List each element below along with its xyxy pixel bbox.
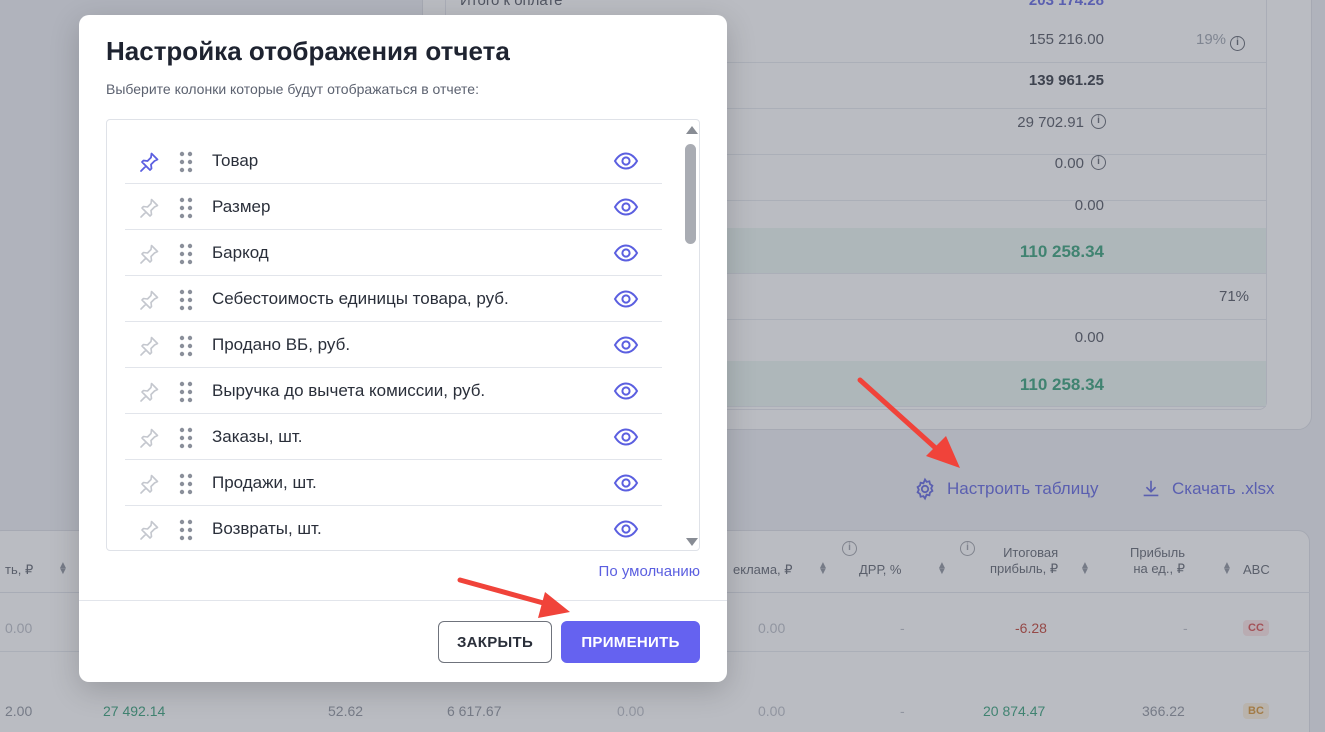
pin-icon[interactable] <box>137 426 161 450</box>
pin-active-icon[interactable] <box>137 150 161 174</box>
close-button[interactable]: ЗАКРЫТЬ <box>438 621 552 663</box>
pin-icon[interactable] <box>137 288 161 312</box>
scroll-down-arrow[interactable] <box>686 538 698 546</box>
drag-handle-icon[interactable] <box>179 243 193 265</box>
annotation-arrow-icon <box>457 577 570 618</box>
report-settings-modal: Настройка отображения отчета Выберите ко… <box>79 15 727 682</box>
column-label: Товар <box>212 150 259 170</box>
drag-handle-icon[interactable] <box>179 381 193 403</box>
list-item[interactable]: Себестоимость единицы товара, руб. <box>125 276 662 322</box>
modal-subtitle: Выберите колонки которые будут отображат… <box>106 81 479 97</box>
pin-icon[interactable] <box>137 334 161 358</box>
scrollbar[interactable] <box>681 120 699 550</box>
list-item[interactable]: Продано ВБ, руб. <box>125 322 662 368</box>
drag-handle-icon[interactable] <box>179 335 193 357</box>
eye-icon[interactable] <box>613 472 639 494</box>
list-item[interactable]: Продажи, шт. <box>125 460 662 506</box>
column-label: Заказы, шт. <box>212 426 303 446</box>
eye-icon[interactable] <box>613 334 639 356</box>
apply-button[interactable]: ПРИМЕНИТЬ <box>561 621 700 663</box>
pin-icon[interactable] <box>137 472 161 496</box>
list-item[interactable]: Заказы, шт. <box>125 414 662 460</box>
list-item[interactable]: Размер <box>125 184 662 230</box>
column-label: Баркод <box>212 242 269 262</box>
column-label: Выручка до вычета комиссии, руб. <box>212 380 486 400</box>
eye-icon[interactable] <box>613 518 639 540</box>
list-item[interactable]: Возвраты, шт. <box>125 506 662 550</box>
reset-default-link[interactable]: По умолчанию <box>599 563 700 580</box>
pin-icon[interactable] <box>137 380 161 404</box>
annotation-arrow-icon <box>857 377 960 468</box>
eye-icon[interactable] <box>613 288 639 310</box>
column-label: Продажи, шт. <box>212 472 317 492</box>
scroll-up-arrow[interactable] <box>686 126 698 134</box>
modal-footer: ЗАКРЫТЬ ПРИМЕНИТЬ <box>79 600 727 682</box>
eye-icon[interactable] <box>613 242 639 264</box>
column-label: Возвраты, шт. <box>212 518 322 538</box>
eye-icon[interactable] <box>613 380 639 402</box>
column-label: Продано ВБ, руб. <box>212 334 351 354</box>
pin-icon[interactable] <box>137 518 161 542</box>
scroll-thumb[interactable] <box>685 144 696 244</box>
drag-handle-icon[interactable] <box>179 427 193 449</box>
drag-handle-icon[interactable] <box>179 473 193 495</box>
column-label: Размер <box>212 196 271 216</box>
column-label: Себестоимость единицы товара, руб. <box>212 288 509 308</box>
column-list[interactable]: Товар Размер Баркод Себестоимость единицы т… <box>106 119 700 551</box>
eye-icon[interactable] <box>613 196 639 218</box>
list-item[interactable]: Баркод <box>125 230 662 276</box>
drag-handle-icon[interactable] <box>179 289 193 311</box>
pin-icon[interactable] <box>137 196 161 220</box>
drag-handle-icon[interactable] <box>179 197 193 219</box>
drag-handle-icon[interactable] <box>179 151 193 173</box>
pin-icon[interactable] <box>137 242 161 266</box>
list-item[interactable]: Выручка до вычета комиссии, руб. <box>125 368 662 414</box>
modal-title: Настройка отображения отчета <box>106 36 510 66</box>
eye-icon[interactable] <box>613 426 639 448</box>
list-item[interactable]: Товар <box>125 138 662 184</box>
eye-icon[interactable] <box>613 150 639 172</box>
drag-handle-icon[interactable] <box>179 519 193 541</box>
